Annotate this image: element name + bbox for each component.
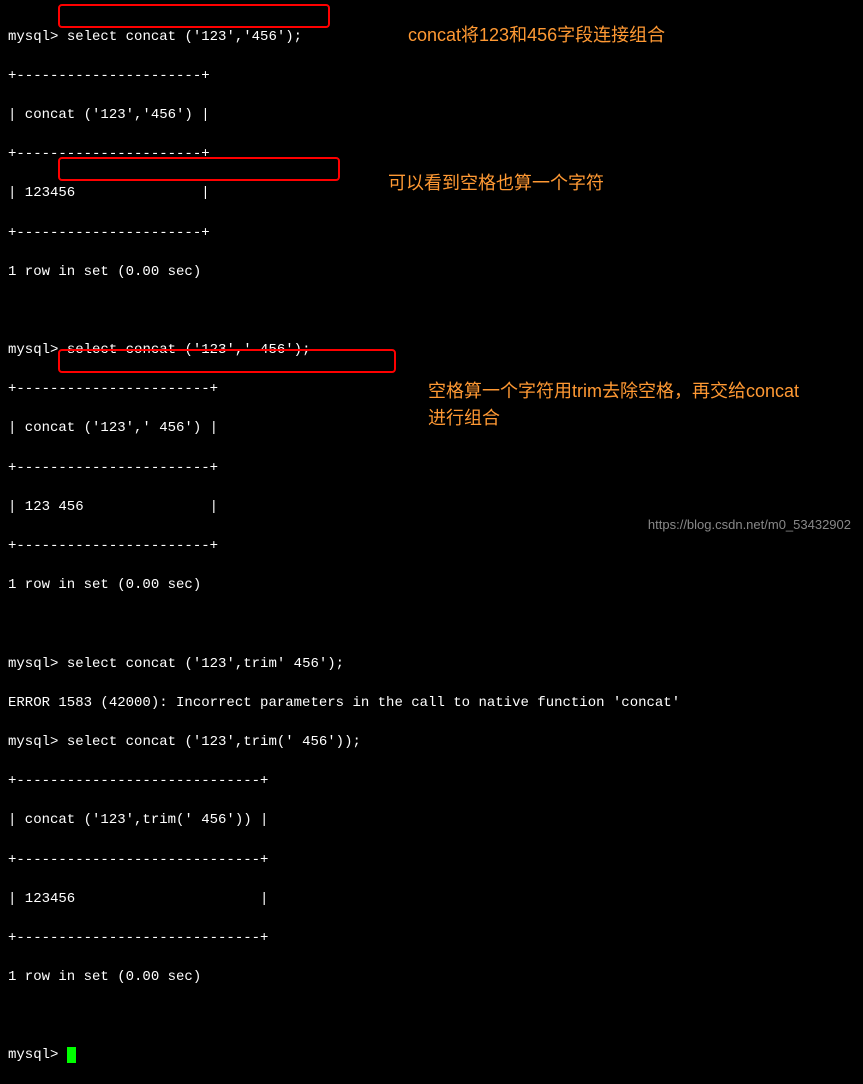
terminal-cursor[interactable] [67, 1047, 76, 1063]
error-message: ERROR 1583 (42000): Incorrect parameters… [8, 694, 855, 714]
mysql-prompt: mysql> [8, 1047, 58, 1063]
table-border: +-----------------------------+ [8, 929, 855, 949]
mysql-prompt: mysql> [8, 29, 58, 45]
table-row: | 123 456 | [8, 498, 855, 518]
table-border: +-----------------------+ [8, 459, 855, 479]
table-border: +-----------------------------+ [8, 772, 855, 792]
sql-command-error: select concat ('123',trim' 456'); [67, 656, 344, 672]
watermark-text: https://blog.csdn.net/m0_53432902 [648, 516, 851, 534]
table-row: | 123456 | [8, 890, 855, 910]
table-header: | concat ('123',trim(' 456')) | [8, 811, 855, 831]
result-footer: 1 row in set (0.00 sec) [8, 263, 855, 283]
table-border: +-----------------------+ [8, 537, 855, 557]
sql-command-1: select concat ('123','456'); [67, 29, 302, 45]
sql-command-2: select concat ('123',' 456'); [67, 342, 311, 358]
mysql-prompt: mysql> [8, 734, 58, 750]
table-border: +----------------------+ [8, 67, 855, 87]
sql-command-3: select concat ('123',trim(' 456')); [67, 734, 361, 750]
result-footer: 1 row in set (0.00 sec) [8, 576, 855, 596]
table-header: | concat ('123','456') | [8, 106, 855, 126]
annotation-3: 空格算一个字符用trim去除空格，再交给concat进行组合 [428, 378, 808, 432]
mysql-prompt: mysql> [8, 656, 58, 672]
table-border: +----------------------+ [8, 224, 855, 244]
mysql-prompt: mysql> [8, 342, 58, 358]
table-border: +----------------------+ [8, 145, 855, 165]
annotation-2: 可以看到空格也算一个字符 [388, 170, 604, 197]
annotation-1: concat将123和456字段连接组合 [408, 22, 665, 49]
result-footer: 1 row in set (0.00 sec) [8, 968, 855, 988]
table-border: +-----------------------------+ [8, 851, 855, 871]
